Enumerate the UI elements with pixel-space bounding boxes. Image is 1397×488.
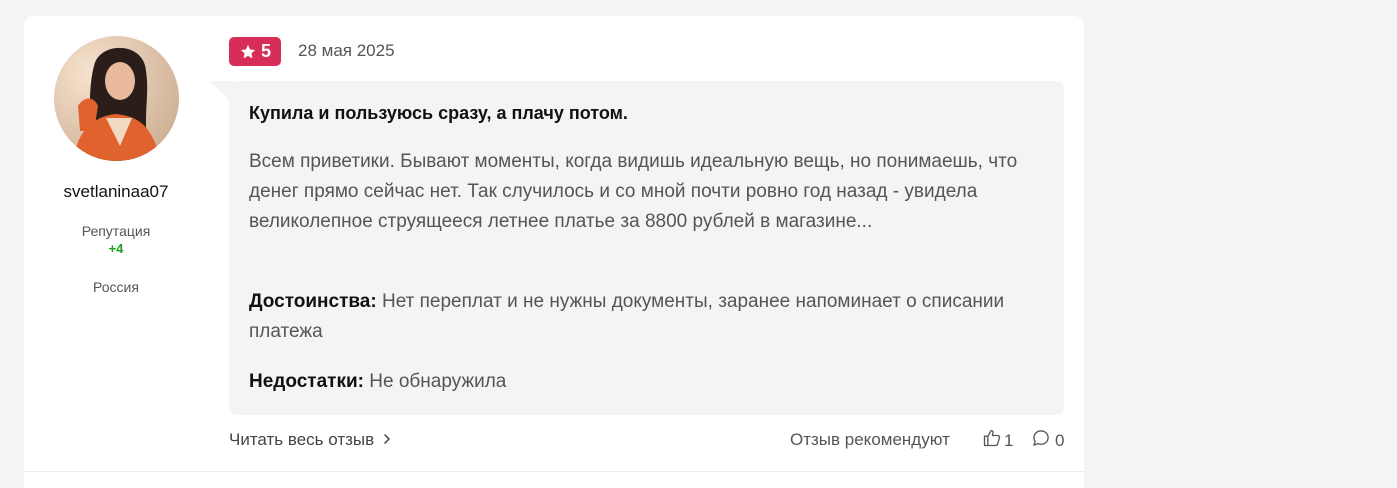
rating-badge: 5 [229,37,281,66]
pros-label: Достоинства: [249,291,377,312]
username[interactable]: svetlaninaa07 [24,182,208,202]
review-text: Всем приветики. Бывают моменты, когда ви… [249,151,1018,232]
like-button[interactable]: 1 [982,428,1013,453]
rating-value: 5 [260,41,271,61]
cons-label: Недостатки: [249,371,364,392]
read-more-link[interactable]: Читать весь отзыв [229,430,392,450]
likes-count: 1 [1004,430,1014,450]
reputation-value: +4 [108,241,124,256]
cons-text: Не обнаружила [369,371,507,392]
review-date: 28 мая 2025 [298,41,395,60]
recommend-label: Отзыв рекомендуют [790,430,950,449]
thumbs-up-icon [982,428,1002,453]
review-title[interactable]: Купила и пользуюсь сразу, а плачу потом. [249,103,628,124]
chevron-right-icon [382,430,392,450]
comments-button[interactable]: 0 [1031,428,1064,453]
read-more-label: Читать весь отзыв [229,430,375,449]
review-cons: Недостатки: Не обнаружила [249,367,1049,397]
author-country: Россия [93,279,139,295]
divider [24,471,1084,472]
reputation-label: Репутация [81,223,151,239]
review-bubble: Купила и пользуюсь сразу, а плачу потом.… [229,81,1064,415]
comments-count: 0 [1055,430,1065,450]
comment-icon [1031,428,1051,453]
star-icon [239,43,257,61]
review-pros: Достоинства: Нет переплат и не нужны док… [249,287,1049,347]
avatar-image [54,36,179,161]
review-card: svetlaninaa07 Репутация +4 Россия 5 28 м… [24,16,1084,488]
avatar[interactable] [54,36,179,161]
